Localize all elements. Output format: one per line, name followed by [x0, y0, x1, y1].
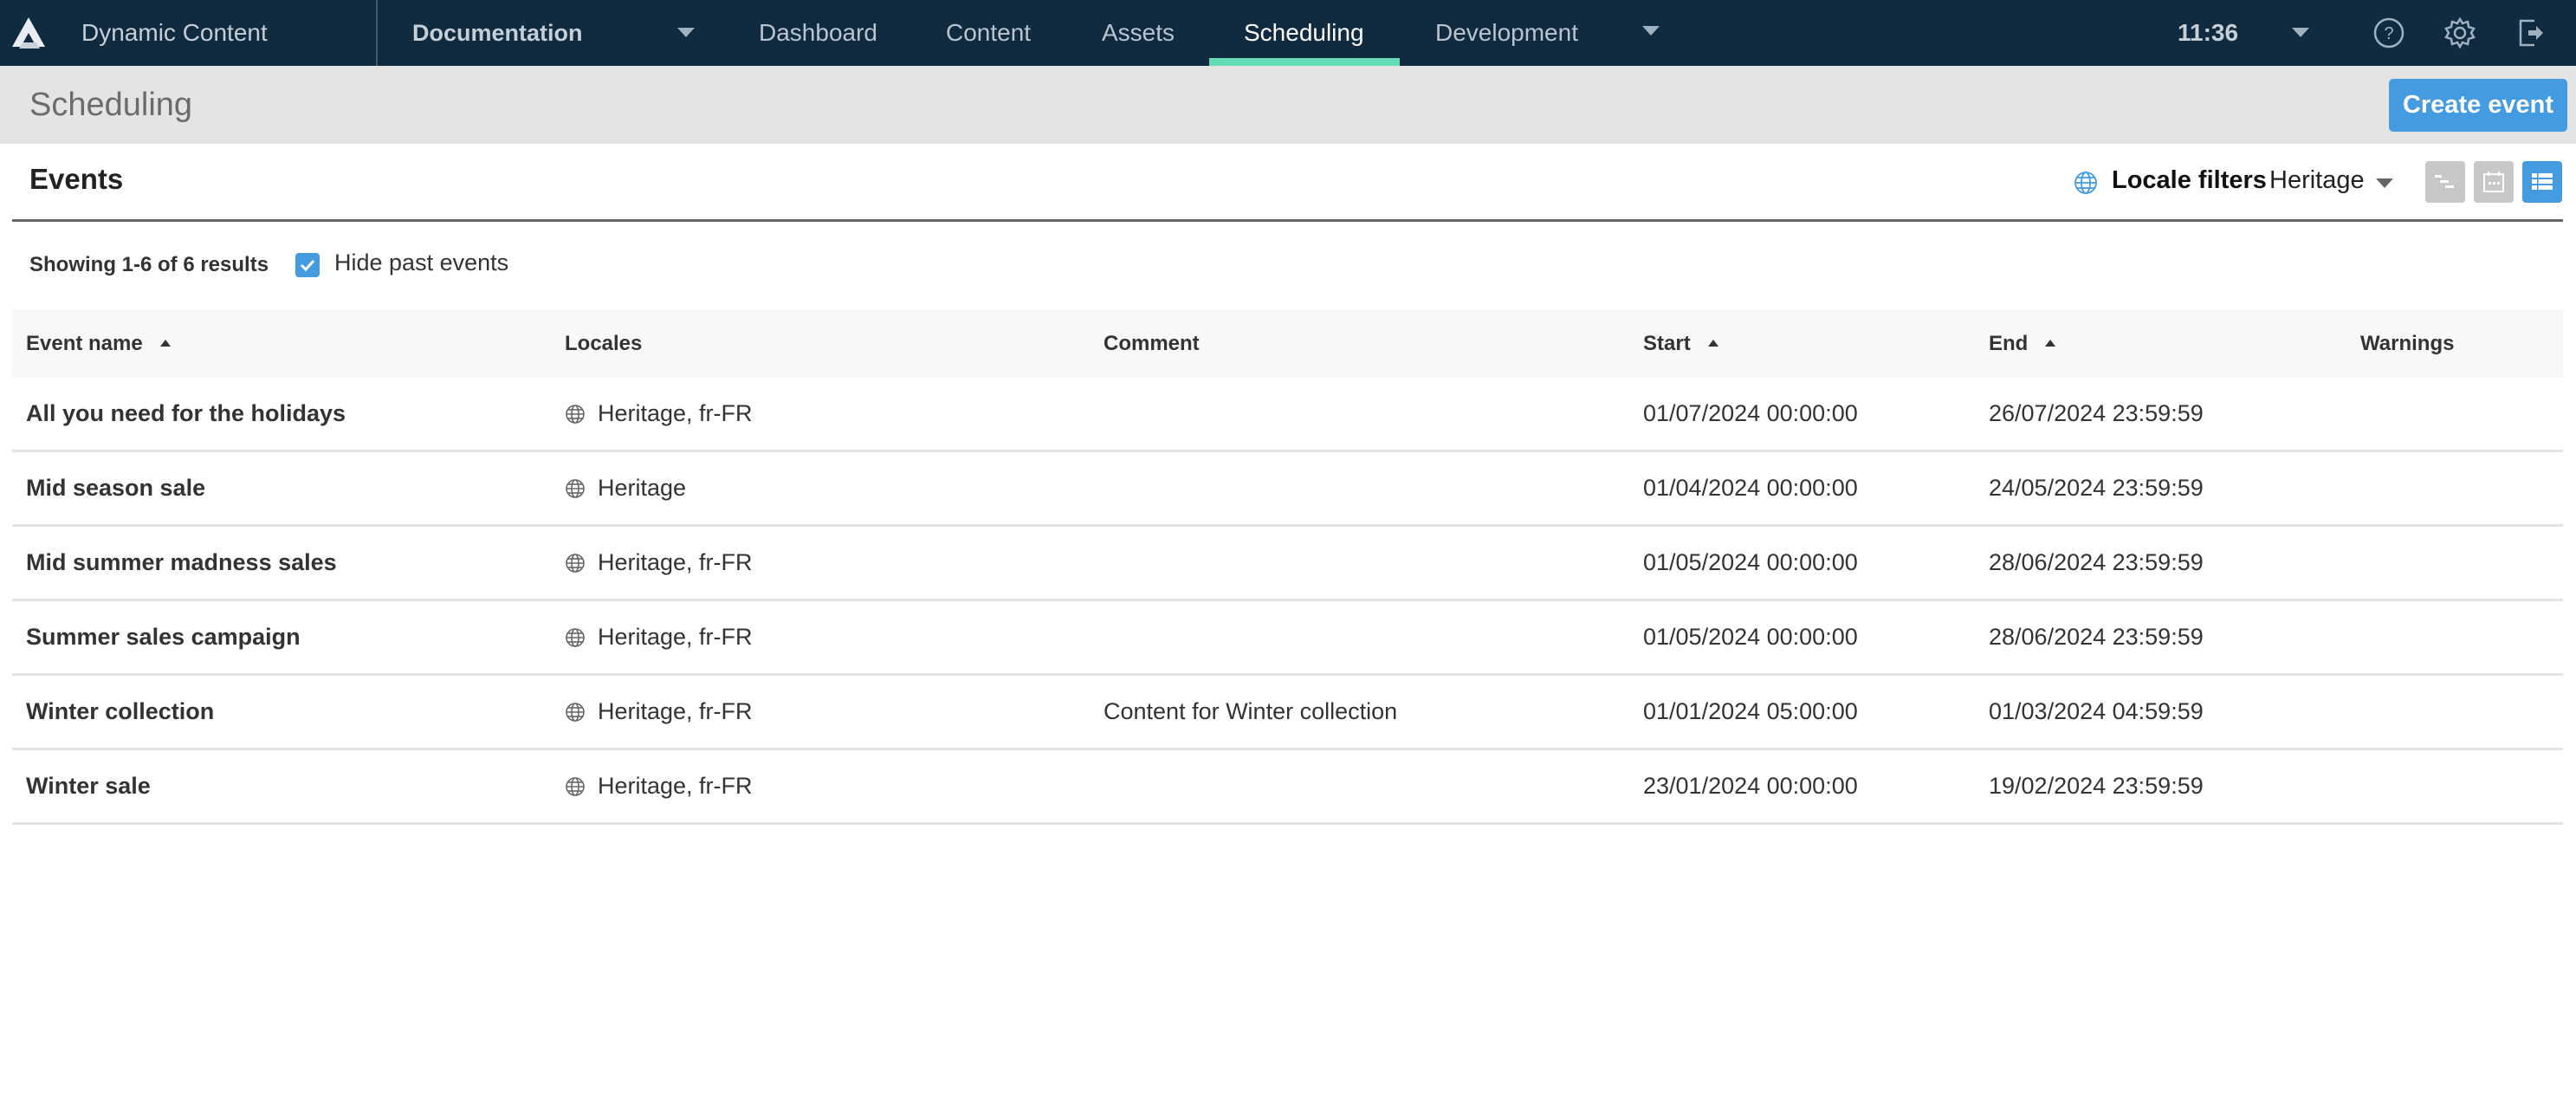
column-label: Comment — [1104, 332, 1200, 355]
timezone-clock[interactable]: 11:36 — [2178, 0, 2238, 66]
event-start: 01/04/2024 00:00:00 — [1643, 475, 1858, 501]
logout-icon[interactable] — [2514, 16, 2548, 50]
event-name[interactable]: Summer sales campaign — [26, 601, 301, 673]
column-header-event-name[interactable]: Event name — [26, 309, 171, 378]
globe-icon — [566, 554, 585, 573]
events-heading: Events — [29, 163, 124, 195]
column-label: Event name — [26, 332, 143, 355]
locales-text: Heritage — [598, 475, 687, 501]
locale-filter-chevron-down-icon[interactable] — [2376, 178, 2393, 188]
sort-ascending-icon — [2045, 340, 2056, 347]
column-header-warnings: Warnings — [2360, 309, 2454, 378]
nav-tab-development[interactable]: Development — [1435, 0, 1578, 66]
event-locales: Heritage, fr-FR — [565, 601, 753, 673]
column-header-locales: Locales — [565, 309, 642, 378]
timeline-view-button[interactable] — [2425, 161, 2465, 203]
column-label: Warnings — [2360, 332, 2455, 355]
table-header: Event name Locales Comment Start End War… — [12, 309, 2563, 378]
table-row[interactable]: All you need for the holidays Heritage, … — [12, 378, 2563, 452]
list-view-button[interactable] — [2522, 161, 2562, 203]
event-name[interactable]: Mid summer madness sales — [26, 527, 337, 599]
table-row[interactable]: Winter collection Heritage, fr-FR Conten… — [12, 676, 2563, 750]
table-body: All you need for the holidays Heritage, … — [12, 378, 2563, 825]
nav-tab-dashboard[interactable]: Dashboard — [759, 0, 877, 66]
event-locales: Heritage — [565, 452, 686, 524]
event-locales: Heritage, fr-FR — [565, 378, 753, 450]
checkmark-icon — [300, 259, 315, 272]
event-name[interactable]: Mid season sale — [26, 452, 205, 524]
nav-tab-scheduling[interactable]: Scheduling — [1244, 0, 1364, 66]
event-comment: Content for Winter collection — [1104, 698, 1398, 724]
hide-past-events-checkbox[interactable] — [295, 253, 320, 277]
sort-ascending-icon — [1707, 340, 1718, 347]
app-logo-icon[interactable] — [10, 16, 47, 50]
calendar-view-button[interactable] — [2474, 161, 2514, 203]
event-locales: Heritage, fr-FR — [565, 527, 753, 599]
table-row[interactable]: Mid season sale Heritage 01/04/2024 00:0… — [12, 452, 2563, 527]
table-row[interactable]: Winter sale Heritage, fr-FR 23/01/2024 0… — [12, 750, 2563, 825]
globe-icon — [566, 405, 585, 424]
settings-gear-icon[interactable] — [2443, 16, 2477, 50]
globe-icon — [566, 703, 585, 722]
timeline-icon — [2435, 175, 2454, 188]
locales-text: Heritage, fr-FR — [598, 400, 753, 426]
event-end: 26/07/2024 23:59:59 — [1989, 400, 2204, 426]
results-count: Showing 1-6 of 6 results — [29, 253, 269, 276]
nav-tab-assets[interactable]: Assets — [1102, 0, 1175, 66]
event-name[interactable]: Winter sale — [26, 750, 151, 822]
events-table: Event name Locales Comment Start End War… — [12, 309, 2563, 825]
event-end: 19/02/2024 23:59:59 — [1989, 773, 2204, 799]
events-divider — [12, 219, 2563, 222]
event-end: 01/03/2024 04:59:59 — [1989, 698, 2204, 724]
create-event-button[interactable]: Create event — [2389, 79, 2567, 132]
column-label: End — [1989, 332, 2029, 355]
page-header: Scheduling Create event — [0, 66, 2576, 144]
column-header-comment: Comment — [1104, 309, 1200, 378]
event-locales: Heritage, fr-FR — [565, 750, 753, 822]
table-row[interactable]: Summer sales campaign Heritage, fr-FR 01… — [12, 601, 2563, 676]
nav-tab-content[interactable]: Content — [946, 0, 1031, 66]
event-name[interactable]: Winter collection — [26, 676, 214, 748]
event-start: 01/07/2024 00:00:00 — [1643, 400, 1858, 426]
event-start: 23/01/2024 00:00:00 — [1643, 773, 1858, 799]
event-start: 01/05/2024 00:00:00 — [1643, 624, 1858, 650]
globe-icon — [566, 479, 585, 498]
event-end: 28/06/2024 23:59:59 — [1989, 549, 2204, 575]
hide-past-events-label[interactable]: Hide past events — [334, 250, 508, 276]
app-title[interactable]: Dynamic Content — [81, 0, 268, 66]
help-icon[interactable]: ? — [2372, 16, 2406, 50]
hub-selector[interactable]: Documentation — [412, 0, 583, 66]
more-nav-chevron-down-icon[interactable] — [1642, 26, 1660, 36]
nav-divider — [376, 0, 378, 66]
page-title: Scheduling — [29, 87, 193, 123]
sort-ascending-icon — [159, 340, 171, 347]
locales-text: Heritage, fr-FR — [598, 549, 753, 575]
clock-chevron-down-icon[interactable] — [2292, 28, 2309, 37]
column-header-start[interactable]: Start — [1643, 309, 1718, 378]
locale-filters-label: Locale filters — [2112, 166, 2267, 194]
column-label: Start — [1643, 332, 1691, 355]
column-header-end[interactable]: End — [1989, 309, 2056, 378]
event-name[interactable]: All you need for the holidays — [26, 378, 346, 450]
locale-filter-select[interactable]: Heritage — [2269, 166, 2365, 195]
list-icon — [2532, 173, 2553, 190]
table-row[interactable]: Mid summer madness sales Heritage, fr-FR… — [12, 527, 2563, 601]
event-end: 24/05/2024 23:59:59 — [1989, 475, 2204, 501]
locales-text: Heritage, fr-FR — [598, 698, 753, 724]
event-start: 01/01/2024 05:00:00 — [1643, 698, 1858, 724]
top-nav-bar: Dynamic Content Documentation Dashboard … — [0, 0, 2576, 66]
globe-icon — [2074, 172, 2097, 194]
active-tab-indicator — [1209, 58, 1400, 66]
svg-text:?: ? — [2384, 24, 2393, 43]
column-label: Locales — [565, 332, 643, 355]
locales-text: Heritage, fr-FR — [598, 773, 753, 799]
calendar-icon — [2483, 172, 2504, 192]
locales-text: Heritage, fr-FR — [598, 624, 753, 650]
hub-chevron-down-icon[interactable] — [677, 28, 695, 37]
event-end: 28/06/2024 23:59:59 — [1989, 624, 2204, 650]
globe-icon — [566, 777, 585, 796]
event-start: 01/05/2024 00:00:00 — [1643, 549, 1858, 575]
globe-icon — [566, 628, 585, 647]
event-locales: Heritage, fr-FR — [565, 676, 753, 748]
